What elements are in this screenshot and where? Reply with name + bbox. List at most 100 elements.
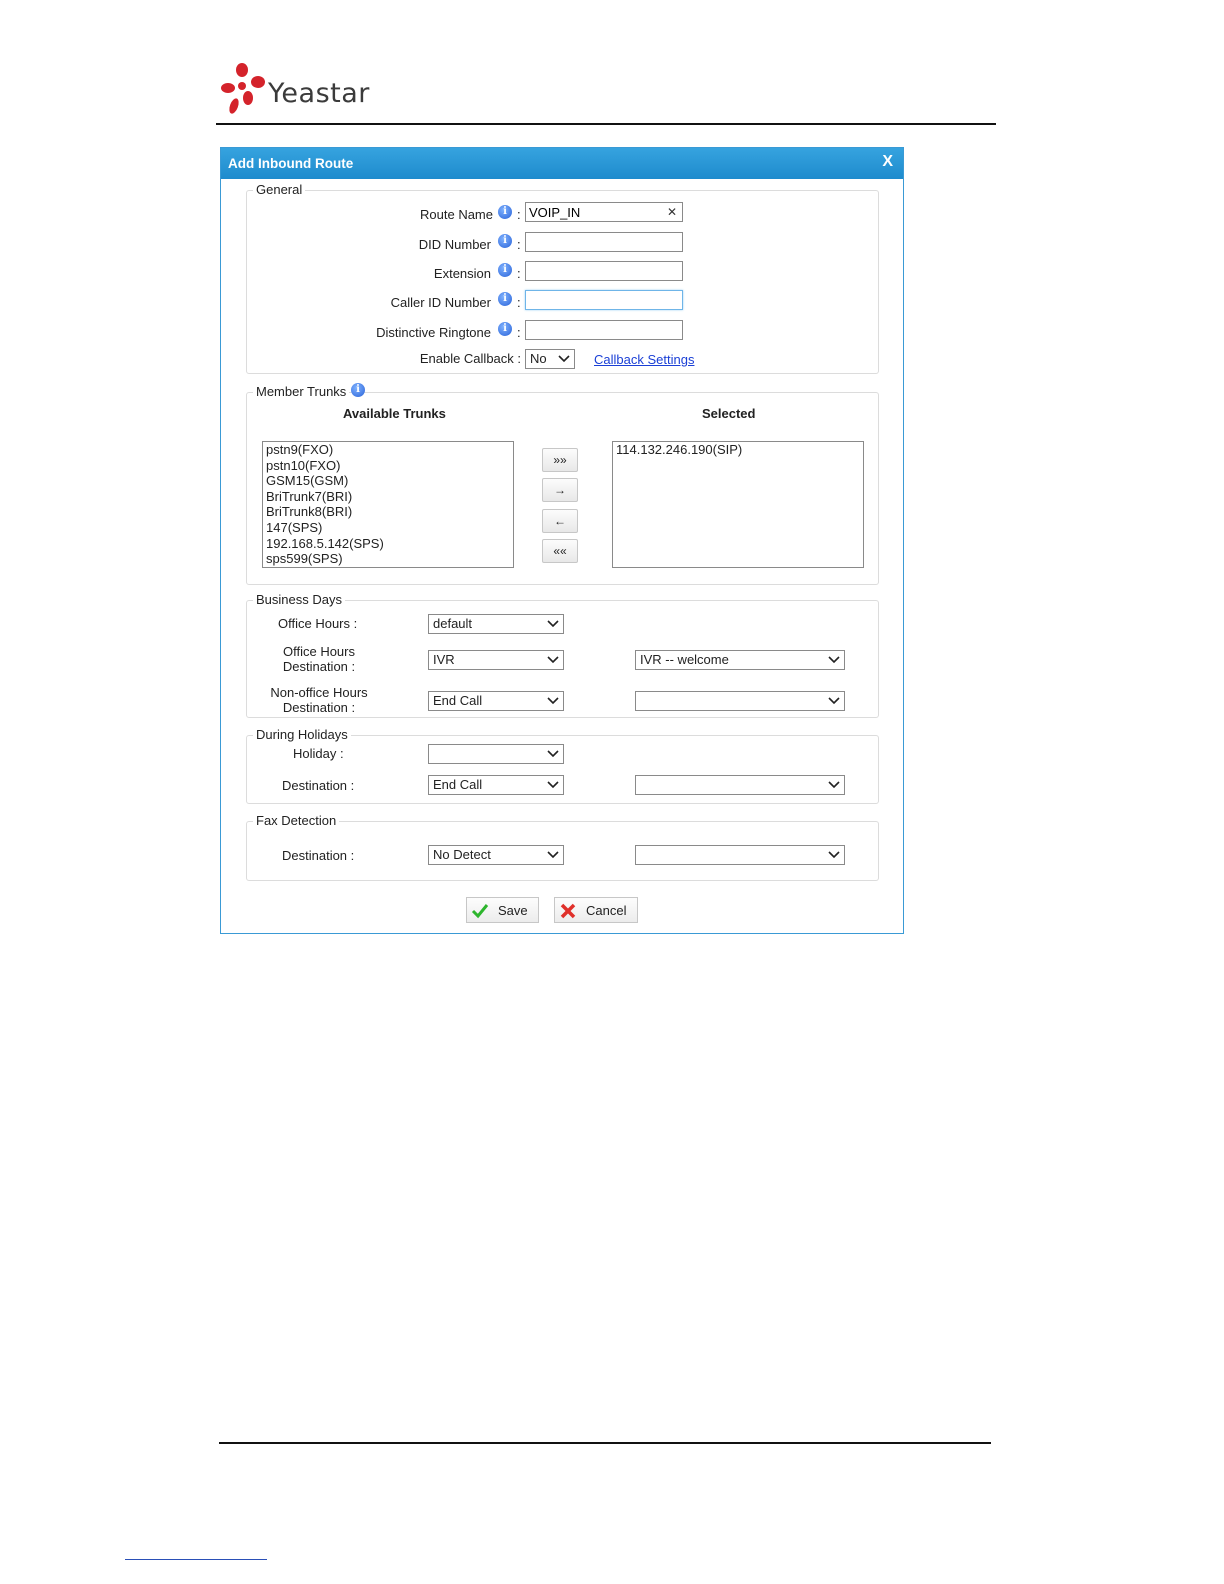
extension-label: Extension <box>433 266 491 281</box>
clear-icon[interactable]: ✕ <box>667 205 677 219</box>
holiday-destination-type-select[interactable]: End Call <box>428 775 564 795</box>
chevron-down-icon <box>547 847 559 863</box>
fax-destination-type-select[interactable]: No Detect <box>428 845 564 865</box>
info-icon[interactable]: i <box>351 383 365 397</box>
chevron-down-icon <box>828 652 840 668</box>
trunk-list-item[interactable]: pstn10(FXO) <box>266 458 510 474</box>
office-hours-destination-target-select[interactable]: IVR -- welcome <box>635 650 845 670</box>
holiday-destination-label: Destination : <box>282 778 355 793</box>
holiday-destination-type-value: End Call <box>433 777 483 792</box>
holiday-destination-target-select[interactable] <box>635 775 845 795</box>
did-number-label: DID Number <box>418 237 491 252</box>
enable-callback-select[interactable]: No <box>525 349 575 369</box>
office-hours-destination-type-value: IVR <box>433 652 455 667</box>
office-hours-value: default <box>433 616 473 631</box>
holiday-select[interactable] <box>428 744 564 764</box>
info-icon[interactable]: i <box>498 292 512 306</box>
chevron-down-icon <box>828 693 840 709</box>
label-line: Office Hours <box>282 644 355 659</box>
member-trunks-legend: Member Trunks <box>253 384 350 399</box>
chevron-down-icon <box>828 777 840 793</box>
chevron-down-icon <box>547 777 559 793</box>
trunk-list-item[interactable]: 114.132.246.190(SIP) <box>616 442 860 458</box>
available-trunks-list[interactable]: pstn9(FXO) pstn10(FXO) GSM15(GSM) BriTrunk7… <box>262 441 514 568</box>
info-icon[interactable]: i <box>498 263 512 277</box>
trunk-list-item[interactable]: GSM15(GSM) <box>266 473 510 489</box>
route-name-input[interactable] <box>525 202 683 222</box>
available-trunks-header: Available Trunks <box>343 406 446 421</box>
callback-settings-link[interactable]: Callback Settings <box>594 352 694 367</box>
trunk-list-item[interactable]: sps599(SPS) <box>266 551 510 567</box>
office-hours-destination-type-select[interactable]: IVR <box>428 650 564 670</box>
extension-input[interactable] <box>525 261 683 281</box>
info-icon[interactable]: i <box>498 234 512 248</box>
distinctive-ringtone-label: Distinctive Ringtone <box>376 325 491 340</box>
distinctive-ringtone-input[interactable] <box>525 320 683 340</box>
colon: : <box>517 295 521 310</box>
yeastar-logo: Yeastar <box>220 60 380 120</box>
logo-text: Yeastar <box>268 78 370 109</box>
chevron-down-icon <box>547 652 559 668</box>
label-line: Destination : <box>282 700 356 715</box>
non-office-hours-destination-type-value: End Call <box>433 693 483 708</box>
add-inbound-route-dialog: Add Inbound Route X General Route Name i… <box>220 147 904 934</box>
selected-trunks-list[interactable]: 114.132.246.190(SIP) <box>612 441 864 568</box>
holidays-legend: During Holidays <box>253 727 351 742</box>
yeastar-flower-icon <box>221 63 265 114</box>
did-number-input[interactable] <box>525 232 683 252</box>
non-office-hours-destination-label: Non-office Hours Destination : <box>261 685 377 715</box>
non-office-hours-destination-target-select[interactable] <box>635 691 845 711</box>
checkmark-icon <box>471 902 489 920</box>
fax-destination-type-value: No Detect <box>433 847 491 862</box>
fax-destination-label: Destination : <box>282 848 355 863</box>
add-all-trunks-button[interactable]: »» <box>542 448 578 472</box>
office-hours-destination-target-value: IVR -- welcome <box>640 652 729 667</box>
cancel-button[interactable]: Cancel <box>554 897 638 923</box>
add-trunk-button[interactable]: → <box>542 478 578 502</box>
caller-id-number-label: Caller ID Number <box>390 295 491 310</box>
dialog-titlebar[interactable]: Add Inbound Route X <box>221 148 903 179</box>
colon: : <box>517 325 521 340</box>
trunk-list-item[interactable]: 192.168.5.142(SPS) <box>266 536 510 552</box>
fax-destination-target-select[interactable] <box>635 845 845 865</box>
route-name-label: Route Name <box>420 207 493 222</box>
close-icon[interactable]: X <box>882 153 893 171</box>
selected-trunks-header: Selected <box>702 406 756 421</box>
trunk-list-item[interactable]: pstn9(FXO) <box>266 442 510 458</box>
general-legend: General <box>253 182 306 197</box>
enable-callback-label: Enable Callback : <box>419 351 521 366</box>
cancel-label: Cancel <box>586 903 627 918</box>
footer-divider <box>219 1442 991 1444</box>
info-icon[interactable]: i <box>498 322 512 336</box>
colon: : <box>517 237 521 252</box>
chevron-down-icon <box>547 746 559 762</box>
fax-detection-legend: Fax Detection <box>253 813 340 828</box>
chevron-down-icon <box>547 616 559 632</box>
dialog-title: Add Inbound Route <box>228 156 354 171</box>
chevron-down-icon <box>558 351 570 367</box>
remove-trunk-button[interactable]: ← <box>542 509 578 533</box>
remove-all-trunks-button[interactable]: «« <box>542 539 578 563</box>
business-days-legend: Business Days <box>253 592 345 607</box>
holiday-label: Holiday : <box>293 746 344 761</box>
label-line: Non-office Hours <box>270 685 368 700</box>
chevron-down-icon <box>828 847 840 863</box>
caller-id-number-input[interactable] <box>525 290 683 310</box>
info-icon[interactable]: i <box>498 205 512 219</box>
office-hours-select[interactable]: default <box>428 614 564 634</box>
label-line: Destination : <box>282 659 356 674</box>
footnote-link-underline <box>125 1559 267 1560</box>
red-x-icon <box>559 902 577 920</box>
enable-callback-value: No <box>530 351 547 366</box>
save-label: Save <box>498 903 528 918</box>
chevron-down-icon <box>547 693 559 709</box>
trunk-list-item[interactable]: BriTrunk8(BRI) <box>266 504 510 520</box>
save-button[interactable]: Save <box>466 897 539 923</box>
office-hours-destination-label: Office Hours Destination : <box>261 644 377 674</box>
trunk-list-item[interactable]: BriTrunk7(BRI) <box>266 489 510 505</box>
office-hours-label: Office Hours : <box>278 616 358 631</box>
trunk-list-item[interactable]: 147(SPS) <box>266 520 510 536</box>
non-office-hours-destination-type-select[interactable]: End Call <box>428 691 564 711</box>
colon: : <box>517 266 521 281</box>
header-divider <box>216 123 996 125</box>
